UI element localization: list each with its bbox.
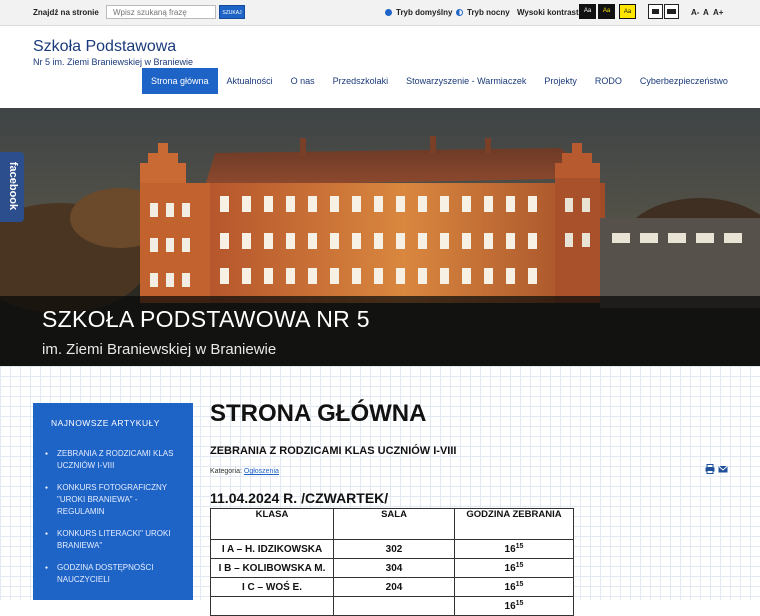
nav-item-home[interactable]: Strona główna: [142, 68, 218, 94]
nav-item-projects[interactable]: Projekty: [535, 68, 586, 94]
print-icon[interactable]: [705, 464, 715, 474]
hero-title: SZKOŁA PODSTAWOWA NR 5: [42, 306, 370, 332]
contrast-option-black-yellow[interactable]: Aa: [598, 4, 615, 19]
nav-item-preschool[interactable]: Przedszkolaki: [324, 68, 398, 94]
latest-article-link[interactable]: KONKURS FOTOGRAFICZNY "UROKI BRANIEWA" -…: [45, 482, 185, 518]
table-row: I A – H. IDZIKOWSKA 302 1615: [210, 539, 574, 559]
main-content: STRONA GŁÓWNA ZEBRANIA Z RODZICAMI KLAS …: [210, 366, 760, 616]
mode-default-option[interactable]: Tryb domyślny: [385, 8, 452, 17]
category-label: Kategoria:: [210, 468, 242, 475]
time-hour: 16: [504, 600, 516, 612]
article-category: Kategoria: Ogłoszenia: [210, 468, 279, 475]
hero-subtitle: im. Ziemi Braniewskiej w Braniewie: [42, 341, 277, 358]
font-increase-button[interactable]: A+: [713, 8, 723, 17]
mode-night-option[interactable]: Tryb nocny: [456, 8, 510, 17]
latest-articles-list: ZEBRANIA Z RODZICAMI KLAS UCZNIÓW I-VIII…: [45, 448, 185, 596]
nav-item-news[interactable]: Aktualności: [218, 68, 282, 94]
column-header-class: KLASA: [210, 508, 334, 540]
contrast-option-black-white[interactable]: Aa: [579, 4, 596, 19]
time-minutes: 15: [515, 542, 524, 550]
class-cell: [210, 596, 334, 616]
time-cell: 1615: [454, 558, 574, 578]
meeting-date: 11.04.2024 R. /CZWARTEK/: [210, 490, 389, 506]
search-button[interactable]: SZUKAJ: [219, 5, 245, 19]
time-cell: 1615: [454, 577, 574, 597]
latest-article-link[interactable]: ZEBRANIA Z RODZICAMI KLAS UCZNIÓW I-VIII: [45, 448, 185, 472]
facebook-tab[interactable]: facebook: [0, 152, 24, 222]
site-subtitle[interactable]: Nr 5 im. Ziemi Braniewskiej w Braniewie: [33, 57, 193, 67]
class-cell: I B – KOLIBOWSKA M.: [210, 558, 334, 578]
radio-selected-icon: [385, 9, 392, 16]
font-default-button[interactable]: A: [703, 8, 709, 17]
latest-article-link[interactable]: KONKURS LITERACKI" UROKI BRANIEWA": [45, 528, 185, 552]
table-row: 1615: [210, 596, 574, 616]
time-minutes: 15: [515, 599, 524, 607]
font-decrease-button[interactable]: A-: [691, 8, 699, 17]
main-nav: Strona główna Aktualności O nas Przedszk…: [142, 68, 737, 94]
search-label: Znajdź na stronie: [33, 8, 99, 17]
room-cell: 302: [333, 539, 455, 559]
mode-default-label: Tryb domyślny: [396, 8, 453, 17]
class-cell: I C – WOŚ E.: [210, 577, 334, 597]
nav-item-cybersecurity[interactable]: Cyberbezpieczeństwo: [631, 68, 737, 94]
room-cell: [333, 596, 455, 616]
search-input[interactable]: [106, 5, 216, 19]
nav-item-rodo[interactable]: RODO: [586, 68, 631, 94]
time-hour: 16: [504, 562, 516, 574]
table-row: I C – WOŚ E. 204 1615: [210, 577, 574, 597]
site-title[interactable]: Szkoła Podstawowa: [33, 38, 176, 56]
latest-article-link[interactable]: GODZINA DOSTĘPNOŚCI NAUCZYCIELI: [45, 562, 185, 586]
hero-banner: SZKOŁA PODSTAWOWA NR 5 im. Ziemi Braniew…: [0, 108, 760, 366]
table-header-row: KLASA SALA GODZINA ZEBRANIA: [210, 508, 574, 540]
time-hour: 16: [504, 543, 516, 555]
class-cell: I A – H. IDZIKOWSKA: [210, 539, 334, 559]
facebook-label: facebook: [7, 161, 19, 211]
room-cell: 204: [333, 577, 455, 597]
contrast-option-yellow-black[interactable]: Aa: [619, 4, 636, 19]
article-title[interactable]: ZEBRANIA Z RODZICAMI KLAS UCZNIÓW I-VIII: [210, 445, 456, 457]
time-hour: 16: [504, 581, 516, 593]
time-cell: 1615: [454, 596, 574, 616]
site-header: Szkoła Podstawowa Nr 5 im. Ziemi Braniew…: [0, 26, 760, 108]
time-minutes: 15: [515, 580, 524, 588]
email-icon[interactable]: [718, 464, 728, 474]
high-contrast-label: Wysoki kontrast: [517, 8, 579, 17]
nav-item-about[interactable]: O nas: [282, 68, 324, 94]
table-row: I B – KOLIBOWSKA M. 304 1615: [210, 558, 574, 578]
time-minutes: 15: [515, 561, 524, 569]
contrast-half-icon: [456, 9, 463, 16]
accessibility-bar: Znajdź na stronie SZUKAJ Tryb domyślny T…: [0, 0, 760, 26]
time-cell: 1615: [454, 539, 574, 559]
content-area: NAJNOWSZE ARTYKUŁY ZEBRANIA Z RODZICAMI …: [0, 366, 760, 616]
layout-narrow-icon: [652, 9, 659, 14]
layout-wide-icon: [667, 9, 676, 14]
nav-item-association[interactable]: Stowarzyszenie - Warmiaczek: [397, 68, 535, 94]
mode-night-label: Tryb nocny: [467, 8, 510, 17]
latest-articles-heading: NAJNOWSZE ARTYKUŁY: [51, 418, 160, 428]
room-cell: 304: [333, 558, 455, 578]
latest-articles-panel: NAJNOWSZE ARTYKUŁY ZEBRANIA Z RODZICAMI …: [33, 403, 193, 600]
page-title: STRONA GŁÓWNA: [210, 400, 427, 427]
column-header-room: SALA: [333, 508, 455, 540]
category-link[interactable]: Ogłoszenia: [244, 468, 279, 475]
column-header-time: GODZINA ZEBRANIA: [454, 508, 574, 540]
layout-wide-button[interactable]: [664, 4, 679, 19]
layout-narrow-button[interactable]: [648, 4, 663, 19]
